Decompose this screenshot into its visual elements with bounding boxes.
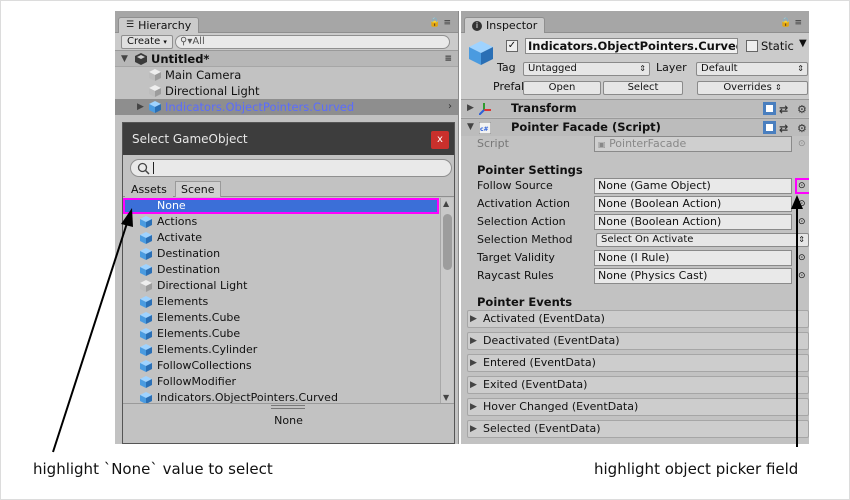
arrowhead-right-icon	[791, 195, 803, 209]
arrow-line-left	[52, 219, 129, 453]
annotation-right-caption: highlight object picker field	[594, 460, 799, 478]
arrowhead-left-icon	[121, 208, 133, 227]
annotation-left-caption: highlight `None` value to select	[33, 460, 273, 478]
annotation-arrows	[52, 195, 803, 453]
